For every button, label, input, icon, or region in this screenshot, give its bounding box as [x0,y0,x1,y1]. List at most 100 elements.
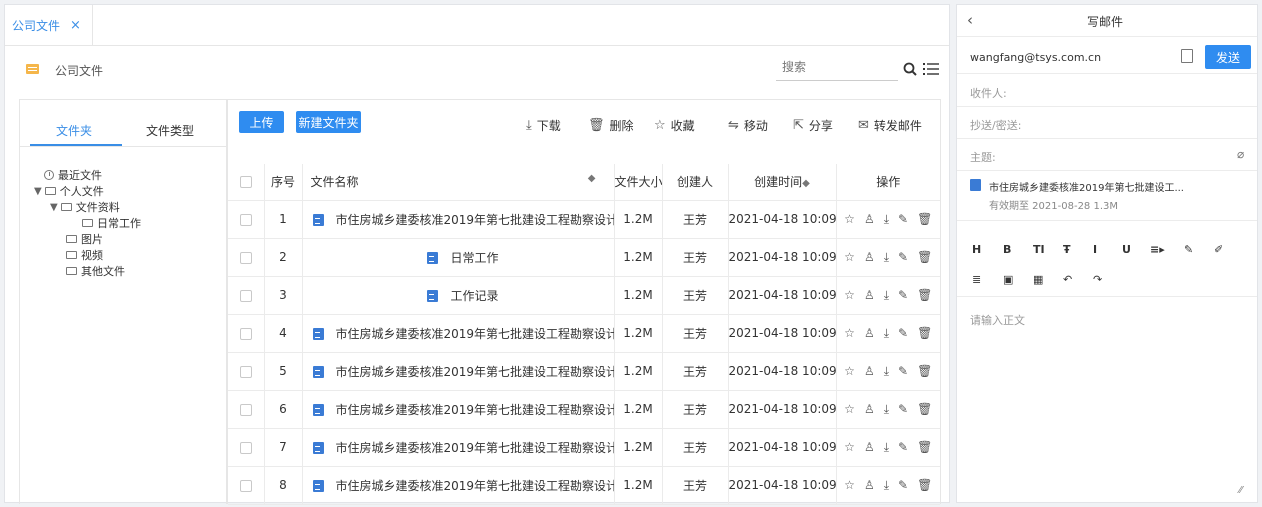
tree-item-videos[interactable]: 视频 [66,247,103,263]
insert-tool-3[interactable]: ▦ [1033,273,1043,286]
sort-icon[interactable]: ◆ [588,173,596,184]
select-all-checkbox-cell[interactable] [228,164,265,201]
row-name-cell[interactable]: 市住房城乡建委核准2019年第七批建设工程勘察设计... [302,200,615,239]
download-icon[interactable]: ⤓ [884,288,889,303]
download-icon[interactable]: ⤓ [884,402,889,417]
user-icon[interactable]: ♙ [864,478,875,493]
row-checkbox[interactable] [239,441,252,454]
star-icon[interactable]: ☆ [844,440,855,455]
resize-handle-icon[interactable]: ⁄⁄ [1239,485,1242,496]
format-tool-5[interactable]: I [1093,243,1097,256]
trash-icon[interactable]: 🗑 [917,326,932,341]
row-checkbox[interactable] [239,365,252,378]
row-checkbox-cell[interactable] [228,238,265,277]
star-icon[interactable]: ☆ [844,250,855,265]
table-row[interactable]: 3 工作记录 1.2M 王芳 2021-04-18 10:09 ☆ ♙ ⤓ ✎ 🗑 [228,276,940,315]
format-tool-3[interactable]: TI [1033,243,1045,256]
row-name-cell[interactable]: 市住房城乡建委核准2019年第七批建设工程勘察设计... [302,390,615,429]
row-checkbox-cell[interactable] [228,428,265,467]
row-checkbox-cell[interactable] [228,314,265,353]
star-icon[interactable]: ☆ [844,364,855,379]
edit-icon[interactable]: ✎ [898,288,908,303]
move-button[interactable]: ⇋ 移动 [728,117,768,134]
format-tool-9[interactable]: ✐ [1214,243,1223,256]
table-row[interactable]: 8 市住房城乡建委核准2019年第七批建设工程勘察设计... 1.2M 王芳 2021-… [228,466,940,505]
back-arrow-icon[interactable]: ‹ [967,11,973,29]
row-name[interactable]: 市住房城乡建委核准2019年第七批建设工程勘察设计... [336,327,614,341]
format-tool-1[interactable]: H [972,243,981,256]
tree-item-documents[interactable]: ▼ 文件资料 [50,199,120,215]
delete-button[interactable]: 🗑 删除 [588,117,634,134]
upload-button[interactable]: 上传 [239,111,284,133]
list-view-icon[interactable] [923,62,939,76]
row-checkbox-cell[interactable] [228,352,265,391]
trash-icon[interactable]: 🗑 [917,364,932,379]
attachment-name[interactable]: 市住房城乡建委核准2019年第七批建设工... [989,179,1184,194]
send-button[interactable]: 发送 [1205,45,1251,69]
user-icon[interactable]: ♙ [864,250,875,265]
tab-file-types[interactable]: 文件类型 [146,122,194,139]
row-checkbox[interactable] [239,327,252,340]
share-button[interactable]: ⇱ 分享 [793,117,833,134]
row-name-cell[interactable]: 工作记录 [302,276,615,315]
user-icon[interactable]: ♙ [864,212,875,227]
table-row[interactable]: 1 市住房城乡建委核准2019年第七批建设工程勘察设计... 1.2M 王芳 2021-… [228,200,940,239]
edit-icon[interactable]: ✎ [898,250,908,265]
edit-icon[interactable]: ✎ [898,478,908,493]
trash-icon[interactable]: 🗑 [917,478,932,493]
select-all-checkbox[interactable] [239,176,252,189]
sort-icon[interactable]: ◆ [802,178,810,189]
table-row[interactable]: 7 市住房城乡建委核准2019年第七批建设工程勘察设计... 1.2M 王芳 2021-… [228,428,940,467]
edit-icon[interactable]: ✎ [898,364,908,379]
new-folder-button[interactable]: 新建文件夹 [296,111,361,133]
search-icon[interactable] [903,62,917,76]
row-name[interactable]: 工作记录 [450,289,498,303]
download-icon[interactable]: ⤓ [884,440,889,455]
star-icon[interactable]: ☆ [844,288,855,303]
row-checkbox-cell[interactable] [228,390,265,429]
format-tool-4[interactable]: Ŧ [1063,243,1071,256]
save-draft-icon[interactable] [1181,49,1193,63]
trash-icon[interactable]: 🗑 [917,402,932,417]
row-name[interactable]: 市住房城乡建委核准2019年第七批建设工程勘察设计... [336,365,614,379]
format-tool-6[interactable]: U [1122,243,1131,256]
table-row[interactable]: 2 日常工作 1.2M 王芳 2021-04-18 10:09 ☆ ♙ ⤓ ✎ 🗑 [228,238,940,277]
row-name[interactable]: 市住房城乡建委核准2019年第七批建设工程勘察设计... [336,403,614,417]
download-icon[interactable]: ⤓ [884,212,889,227]
close-icon[interactable]: × [70,18,81,33]
row-name-cell[interactable]: 市住房城乡建委核准2019年第七批建设工程勘察设计... [302,352,615,391]
subject-field[interactable]: 主题: ⌀ [957,139,1257,171]
caret-down-icon[interactable]: ▼ [34,186,42,197]
row-name[interactable]: 市住房城乡建委核准2019年第七批建设工程勘察设计... [336,441,614,455]
forward-mail-button[interactable]: ✉ 转发邮件 [858,117,922,134]
tree-item-personal[interactable]: ▼ 个人文件 [34,183,104,199]
tree-item-recent[interactable]: 最近文件 [44,167,102,183]
tree-item-images[interactable]: 图片 [66,231,103,247]
insert-tool-4[interactable]: ↶ [1063,273,1072,286]
col-created[interactable]: 创建时间◆ [728,164,837,201]
paperclip-icon[interactable]: ⌀ [1237,147,1244,161]
edit-icon[interactable]: ✎ [898,440,908,455]
row-checkbox[interactable] [239,251,252,264]
caret-down-icon[interactable]: ▼ [50,202,58,213]
row-checkbox[interactable] [239,479,252,492]
user-icon[interactable]: ♙ [864,288,875,303]
table-row[interactable]: 4 市住房城乡建委核准2019年第七批建设工程勘察设计... 1.2M 王芳 2021-… [228,314,940,353]
row-name[interactable]: 市住房城乡建委核准2019年第七批建设工程勘察设计... [336,479,614,493]
insert-tool-1[interactable]: ≣ [972,273,981,286]
star-icon[interactable]: ☆ [844,326,855,341]
row-checkbox-cell[interactable] [228,466,265,505]
tab-folders[interactable]: 文件夹 [56,122,92,139]
edit-icon[interactable]: ✎ [898,326,908,341]
download-icon[interactable]: ⤓ [884,250,889,265]
trash-icon[interactable]: 🗑 [917,212,932,227]
format-tool-8[interactable]: ✎ [1184,243,1193,256]
download-button[interactable]: ⤓ 下载 [526,117,561,134]
tree-item-daily-work[interactable]: 日常工作 [82,215,141,231]
format-tool-7[interactable]: ≡▸ [1150,243,1165,256]
tree-item-other[interactable]: 其他文件 [66,263,125,279]
user-icon[interactable]: ♙ [864,440,875,455]
row-checkbox-cell[interactable] [228,276,265,315]
trash-icon[interactable]: 🗑 [917,440,932,455]
favorite-button[interactable]: ☆ 收藏 [654,117,695,134]
